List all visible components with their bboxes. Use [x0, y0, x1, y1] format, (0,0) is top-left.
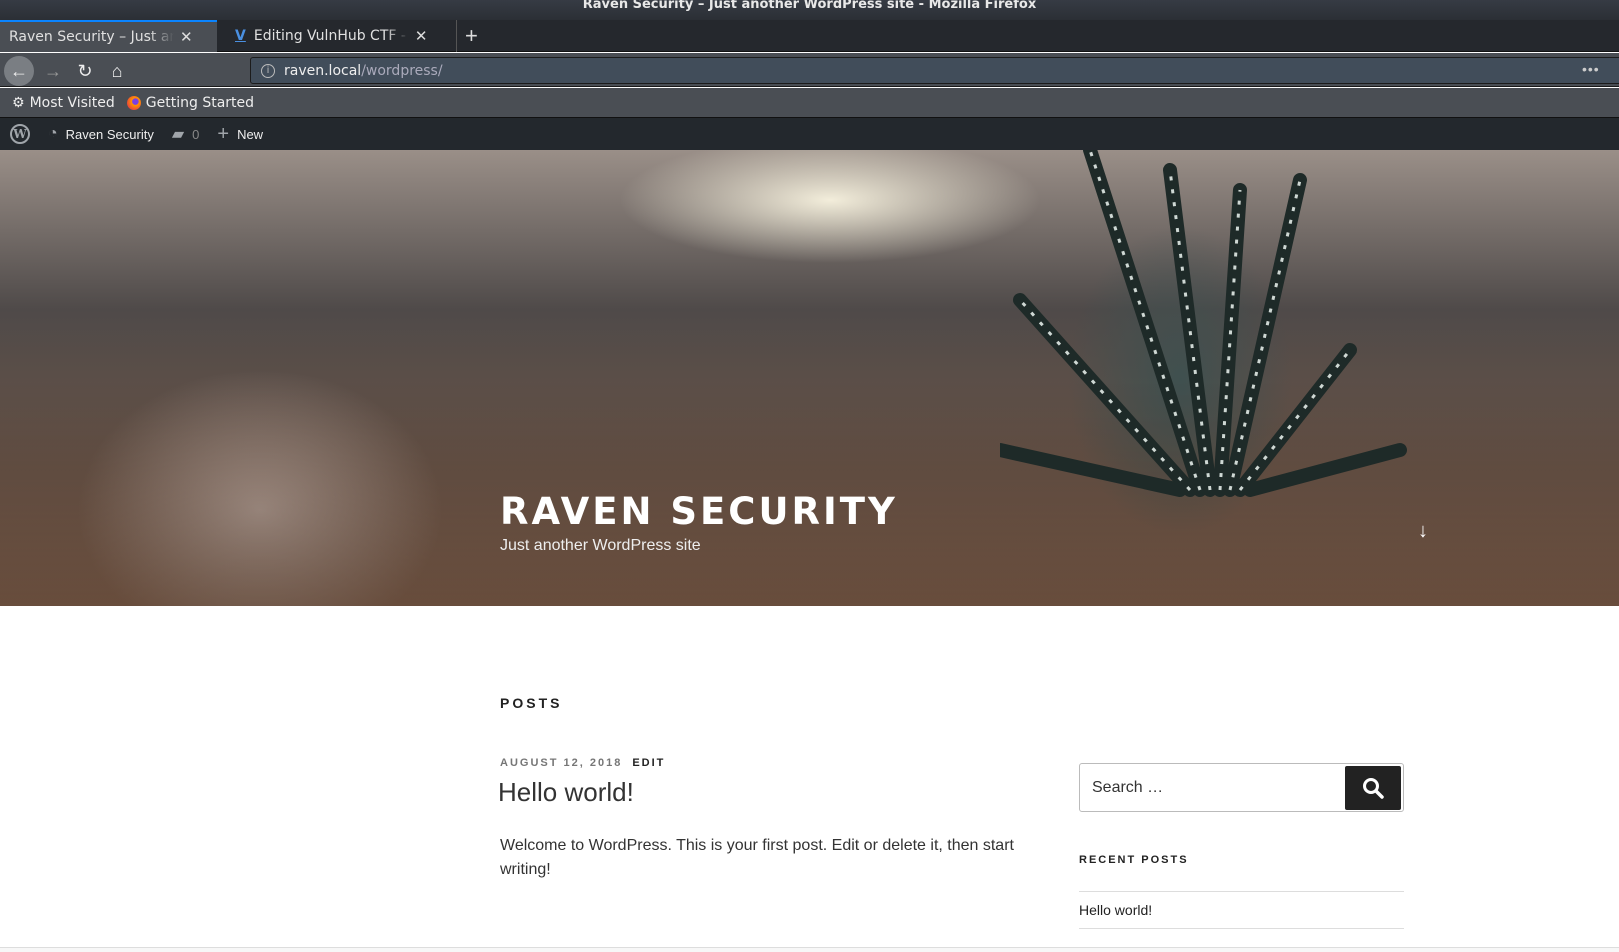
post-excerpt: Welcome to WordPress. This is your first… [500, 837, 1014, 878]
wp-admin-bar: W ◔ Raven Security ▰ 0 + New [0, 118, 1619, 150]
wordpress-logo-menu[interactable]: W [10, 124, 30, 144]
site-name-menu[interactable]: ◔ Raven Security [48, 125, 154, 143]
bookmark-most-visited[interactable]: ⚙ Most Visited [12, 95, 115, 111]
post-meta: AUGUST 12, 2018 EDIT [500, 757, 665, 769]
divider [0, 947, 1619, 952]
window-title: Raven Security – Just another WordPress … [0, 0, 1619, 20]
back-button[interactable]: ← [4, 56, 34, 86]
post-title[interactable]: Hello world! [498, 777, 634, 808]
tab-label: Raven Security – Just another WordPress … [9, 29, 174, 45]
navigation-toolbar: ← → ↻ ⌂ i raven.local/wordpress/ ••• [0, 53, 1619, 87]
comment-count: 0 [192, 126, 200, 142]
recent-posts-list: Hello world! [1079, 891, 1404, 929]
search-icon [1363, 777, 1384, 799]
header-image: RAVEN SECURITY Just another WordPress si… [0, 150, 1619, 606]
reload-button[interactable]: ↻ [70, 56, 100, 86]
close-icon[interactable]: ✕ [415, 27, 428, 45]
site-title[interactable]: RAVEN SECURITY [500, 490, 898, 533]
search-button[interactable] [1345, 765, 1401, 810]
scroll-down-icon[interactable]: ↓ [1418, 520, 1428, 543]
url-path: /wordpress/ [361, 62, 443, 79]
forward-button[interactable]: → [38, 56, 68, 86]
info-icon[interactable]: i [261, 63, 275, 78]
wordpress-icon: W [10, 124, 30, 144]
vulnhub-icon: V [235, 28, 246, 44]
new-content-menu[interactable]: + New [217, 123, 263, 146]
comment-icon: ▰ [171, 126, 185, 143]
firefox-icon [126, 95, 141, 110]
posts-heading: POSTS [500, 695, 563, 711]
tab-raven-security[interactable]: Raven Security – Just another WordPress … [0, 20, 217, 52]
url-bar[interactable]: i raven.local/wordpress/ [250, 57, 1619, 84]
tab-label: Editing VulnHub CTF - Raven [253, 28, 409, 44]
bookmark-label: Getting Started [145, 94, 255, 111]
bookmark-getting-started[interactable]: Getting Started [126, 94, 255, 111]
recent-posts-heading: RECENT POSTS [1079, 854, 1189, 866]
close-icon[interactable]: ✕ [180, 28, 193, 46]
plus-icon: + [217, 122, 230, 145]
recent-post-link[interactable]: Hello world! [1079, 892, 1404, 928]
new-tab-button[interactable]: + [456, 20, 478, 52]
url-host: raven.local [284, 62, 362, 79]
site-tagline: Just another WordPress site [500, 537, 701, 554]
tab-editing-vulnhub[interactable]: V Editing VulnHub CTF - Raven ✕ [227, 20, 437, 52]
home-button[interactable]: ⌂ [102, 56, 132, 86]
plant-image [1000, 150, 1407, 497]
tab-bar: Raven Security – Just another WordPress … [0, 20, 1619, 52]
new-label: New [237, 126, 264, 142]
dashboard-icon: ◔ [48, 125, 58, 142]
page-actions-menu[interactable]: ••• [1582, 61, 1600, 77]
comments-menu[interactable]: ▰ 0 [172, 124, 200, 144]
bookmark-label: Most Visited [29, 94, 115, 111]
search-form: Search … [1079, 763, 1404, 812]
bookmarks-toolbar: ⚙ Most Visited Getting Started [0, 88, 1619, 118]
gear-icon: ⚙ [12, 94, 25, 111]
post-date[interactable]: AUGUST 12, 2018 [500, 757, 622, 769]
edit-link[interactable]: EDIT [632, 757, 665, 769]
site-name: Raven Security [65, 126, 154, 142]
search-input[interactable]: Search … [1080, 779, 1345, 797]
